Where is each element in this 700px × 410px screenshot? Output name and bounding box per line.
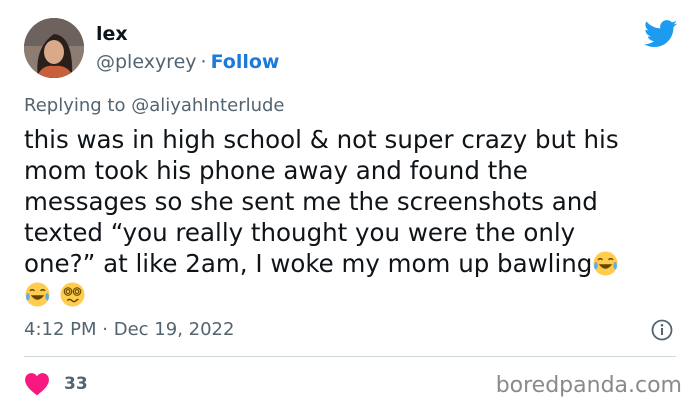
like-count[interactable]: 33 (64, 373, 88, 395)
separator: · (102, 319, 108, 340)
replying-to: Replying to @aliyahInterlude (24, 95, 285, 117)
tweet-line: texted “you really thought you were the … (24, 218, 576, 247)
emoji-line (24, 279, 674, 310)
tweet-card: lex @plexyrey · Follow Replying to @aliyah… (0, 0, 700, 410)
watermark: boredpanda.com (495, 373, 682, 398)
tweet-timestamp[interactable]: 4:12 PM · Dec 19, 2022 (24, 319, 234, 341)
tweet-line-with-emoji: one?” at like 2am, I woke my mom up bawl… (24, 248, 674, 279)
twitter-bird-icon[interactable] (643, 20, 678, 48)
tweet-date: Dec 19, 2022 (113, 319, 235, 340)
tweet-line: mom took his phone away and found the (24, 156, 528, 185)
separator: · (200, 51, 207, 73)
tears-of-joy-icon (24, 281, 51, 308)
display-name[interactable]: lex (96, 22, 128, 46)
info-icon[interactable] (650, 318, 674, 342)
divider (24, 356, 676, 357)
spiral-eyes-icon (59, 281, 86, 308)
tears-of-joy-icon (592, 250, 619, 277)
avatar[interactable] (24, 18, 84, 78)
replying-prefix: Replying to (24, 95, 126, 116)
tweet-text: this was in high school & not super craz… (24, 124, 674, 310)
reply-mention-link[interactable]: @aliyahInterlude (131, 95, 284, 116)
tweet-line: this was in high school & not super craz… (24, 125, 619, 154)
user-handle[interactable]: @plexyrey (96, 51, 197, 73)
heart-icon[interactable] (24, 372, 50, 396)
tweet-line: messages so she sent me the screenshots … (24, 187, 598, 216)
handle-row: @plexyrey · Follow (96, 50, 279, 74)
tweet-time: 4:12 PM (24, 319, 97, 340)
follow-button[interactable]: Follow (211, 51, 280, 73)
tweet-line: one?” at like 2am, I woke my mom up bawl… (24, 249, 593, 278)
